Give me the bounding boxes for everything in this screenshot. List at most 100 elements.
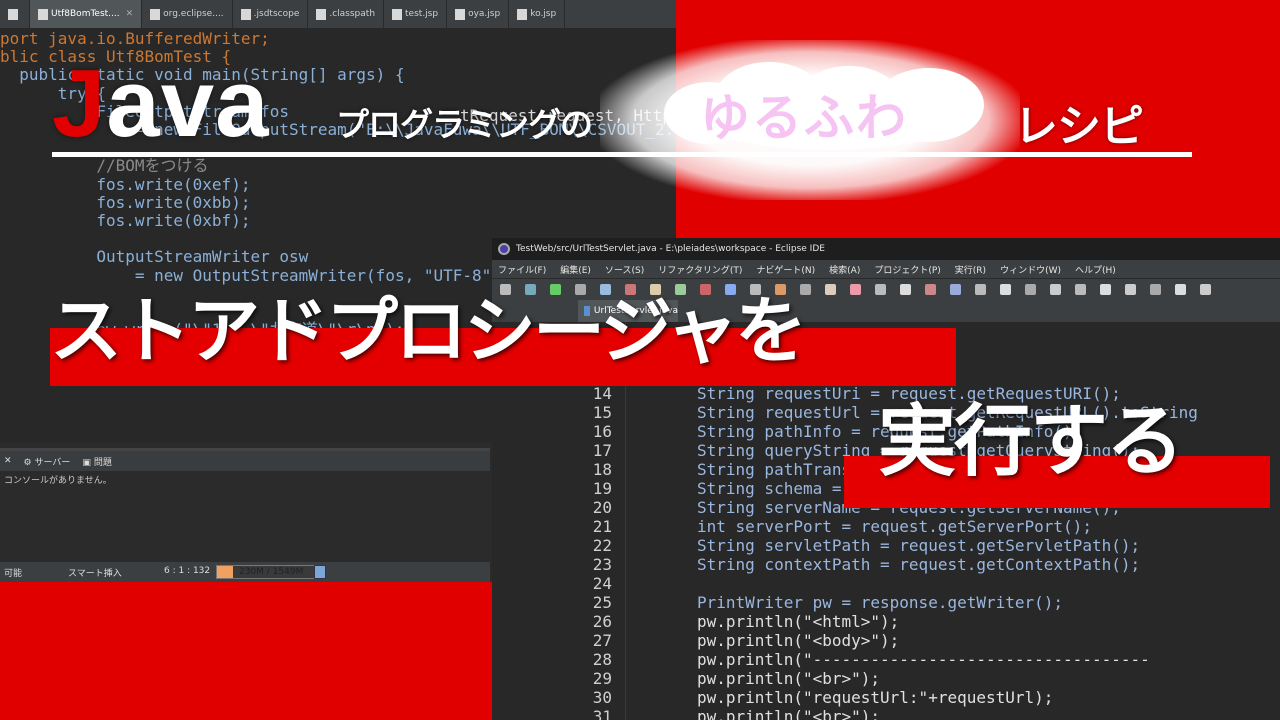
left-tab-label: org.eclipse.... bbox=[163, 9, 224, 19]
jsp-file-icon bbox=[455, 8, 466, 20]
left-code-line: fos.write(0xbf); bbox=[0, 211, 251, 230]
left-tab[interactable]: test.jsp bbox=[384, 0, 448, 28]
left-tab[interactable]: .jsdtscope bbox=[233, 0, 309, 28]
jsp-file-icon bbox=[517, 8, 528, 20]
left-code-line: = new OutputStreamWriter(fos, "UTF-8"); bbox=[0, 265, 511, 285]
left-tab[interactable]: oya.jsp bbox=[447, 0, 510, 28]
garbage-collect-icon[interactable] bbox=[314, 565, 326, 579]
eclipse-icon bbox=[498, 243, 510, 255]
heap-fill bbox=[217, 566, 233, 578]
menu-item[interactable]: 編集(E) bbox=[560, 263, 591, 276]
toolbar-button-icon[interactable] bbox=[850, 284, 861, 295]
left-tab-label: Utf8BomTest.... bbox=[51, 9, 120, 19]
problems-icon: ▣ bbox=[82, 457, 91, 468]
toolbar-button-icon[interactable] bbox=[1200, 284, 1211, 295]
code-line: String servletPath = request.getServletP… bbox=[697, 536, 1141, 555]
left-tab-label: .jsdtscope bbox=[253, 9, 300, 19]
menu-item[interactable]: ヘルプ(H) bbox=[1075, 263, 1116, 276]
line-number: 30 bbox=[592, 688, 612, 707]
line-number: 26 bbox=[592, 612, 612, 631]
console-message: コンソールがありません。 bbox=[4, 476, 112, 486]
banner-line1: ストアドプロシージャを bbox=[50, 289, 807, 373]
line-number: 18 bbox=[592, 460, 612, 479]
close-icon[interactable]: ✕ bbox=[126, 9, 134, 19]
code-line: pw.println("<br>"); bbox=[697, 707, 881, 720]
heap-status-text: 230M / 1549M bbox=[239, 567, 304, 577]
status-cursor-position: 6 : 1 : 132 bbox=[164, 566, 211, 576]
java-rest-letters: ava bbox=[106, 50, 270, 157]
code-line: pw.println("----------------------------… bbox=[697, 650, 1150, 669]
left-code-line: //BOMをつける bbox=[0, 156, 209, 176]
menu-item[interactable]: ファイル(F) bbox=[498, 263, 546, 276]
status-insert-mode: スマート挿入 bbox=[68, 569, 122, 579]
menu-item[interactable]: ソース(S) bbox=[605, 263, 644, 276]
line-number: 27 bbox=[592, 631, 612, 650]
java-file-icon bbox=[38, 8, 48, 20]
line-number: 31 bbox=[592, 707, 612, 720]
line-number: 14 bbox=[592, 384, 612, 403]
menu-item[interactable]: ナビゲート(N) bbox=[756, 263, 815, 276]
toolbar-button-icon[interactable] bbox=[1025, 284, 1036, 295]
code-line: PrintWriter pw = response.getWriter(); bbox=[697, 593, 1064, 612]
line-number: 20 bbox=[592, 498, 612, 517]
java-file-icon bbox=[8, 8, 18, 20]
view-tab-problems[interactable]: ▣ 問題 bbox=[82, 455, 111, 468]
left-tab-label: oya.jsp bbox=[468, 9, 501, 19]
line-number: 17 bbox=[592, 441, 612, 460]
xml-file-icon bbox=[316, 8, 327, 20]
toolbar-button-icon[interactable] bbox=[1150, 284, 1161, 295]
left-tab-label: ko.jsp bbox=[530, 9, 557, 19]
left-tab[interactable]: .classpath bbox=[308, 0, 385, 28]
server-icon: ⚙ bbox=[23, 457, 32, 468]
left-tab[interactable] bbox=[0, 0, 30, 28]
recipe-text: レシピ bbox=[1014, 101, 1144, 152]
line-number: 24 bbox=[592, 574, 612, 593]
left-code-line: fos.write(0xbb); bbox=[0, 192, 251, 212]
menu-item[interactable]: 検索(A) bbox=[829, 263, 860, 276]
code-line: String contextPath = request.getContextP… bbox=[697, 555, 1141, 574]
line-number: 15 bbox=[592, 403, 612, 422]
yurufuwa-text: ゆるふわ bbox=[700, 89, 908, 147]
code-line: pw.println("<body>"); bbox=[697, 631, 900, 650]
menu-bar: ファイル(F) 編集(E) ソース(S) リファクタリング(T) ナビゲート(N) 検索(… bbox=[492, 260, 1280, 278]
java-logo-text: Java bbox=[52, 56, 270, 152]
menu-item[interactable]: 実行(R) bbox=[955, 263, 986, 276]
line-number: 19 bbox=[592, 479, 612, 498]
toolbar-button-icon[interactable] bbox=[1050, 284, 1061, 295]
left-view-tabs: ✕ ⚙ サーバー ▣ 問題 bbox=[0, 451, 490, 471]
line-number: 21 bbox=[592, 517, 612, 536]
toolbar-button-icon[interactable] bbox=[950, 284, 961, 295]
view-tab-servers[interactable]: ⚙ サーバー bbox=[24, 455, 71, 468]
toolbar-button-icon[interactable] bbox=[1175, 284, 1186, 295]
code-line: pw.println("<html>"); bbox=[697, 612, 900, 631]
menu-item[interactable]: リファクタリング(T) bbox=[658, 263, 742, 276]
banner-line2: 実行する bbox=[878, 397, 1184, 487]
status-writable: 可能 bbox=[4, 569, 23, 579]
toolbar-button-icon[interactable] bbox=[1000, 284, 1011, 295]
toolbar-button-icon[interactable] bbox=[1075, 284, 1086, 295]
left-tab[interactable]: ko.jsp bbox=[509, 0, 566, 28]
toolbar-button-icon[interactable] bbox=[975, 284, 986, 295]
line-number: 16 bbox=[592, 422, 612, 441]
menu-item[interactable]: プロジェクト(P) bbox=[874, 263, 940, 276]
xml-file-icon bbox=[150, 8, 161, 20]
line-number: 23 bbox=[592, 555, 612, 574]
close-icon[interactable]: ✕ bbox=[4, 456, 12, 466]
code-line: pw.println("requestUrl:"+requestUrl); bbox=[697, 688, 1054, 707]
toolbar-button-icon[interactable] bbox=[900, 284, 911, 295]
toolbar-button-icon[interactable] bbox=[1100, 284, 1111, 295]
code-line: int serverPort = request.getServerPort()… bbox=[697, 517, 1092, 536]
menu-item[interactable]: ウィンドウ(W) bbox=[1000, 263, 1061, 276]
toolbar-button-icon[interactable] bbox=[1125, 284, 1136, 295]
toolbar-button-icon[interactable] bbox=[875, 284, 886, 295]
toolbar-button-icon[interactable] bbox=[925, 284, 936, 295]
programming-text: プログラミングの bbox=[336, 105, 593, 144]
left-status-bar: 可能 スマート挿入 6 : 1 : 132 230M / 1549M bbox=[0, 562, 490, 582]
left-tab[interactable]: Utf8BomTest.... ✕ bbox=[30, 0, 143, 28]
left-tab-label: test.jsp bbox=[405, 9, 439, 19]
left-tab[interactable]: org.eclipse.... bbox=[142, 0, 233, 28]
heap-status-bar[interactable]: 230M / 1549M bbox=[216, 565, 326, 579]
toolbar-button-icon[interactable] bbox=[825, 284, 836, 295]
line-number: 28 bbox=[592, 650, 612, 669]
xml-file-icon bbox=[240, 8, 251, 20]
